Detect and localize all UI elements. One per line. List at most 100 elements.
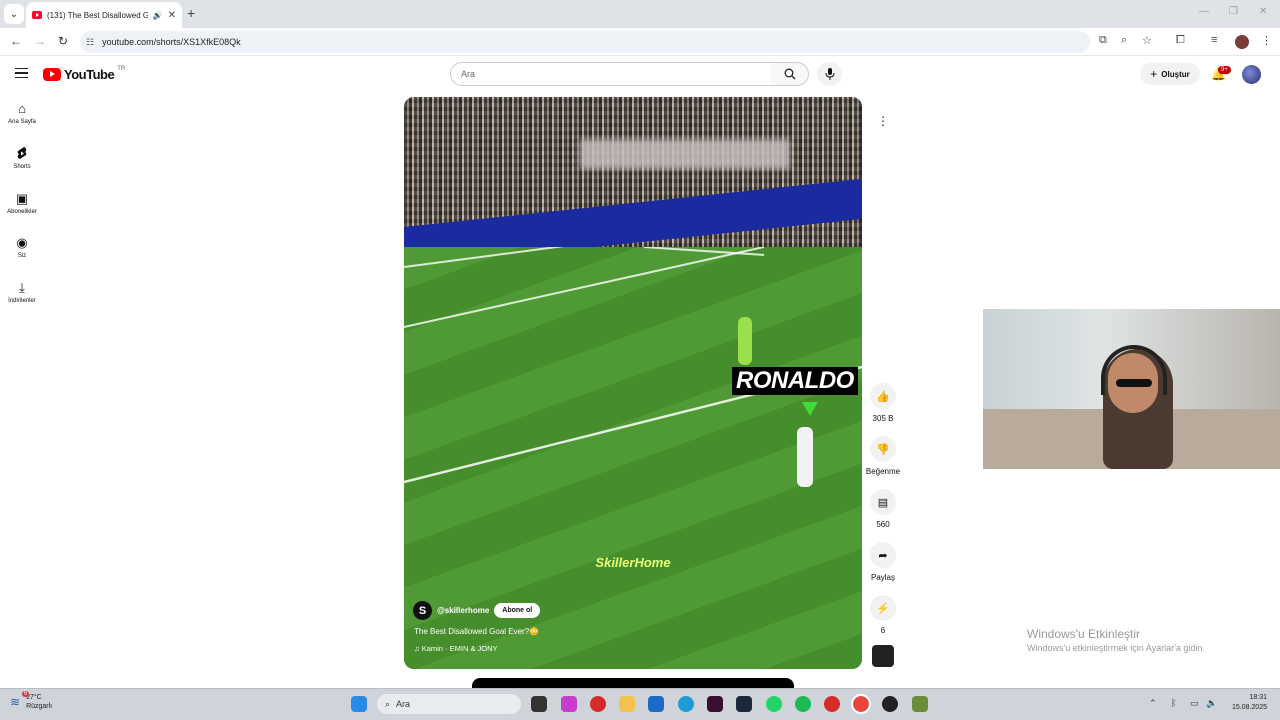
sidebar-item-home[interactable]: ⌂ Ana Sayfa [0, 102, 44, 126]
comments-action[interactable]: ▤ 560 [862, 489, 904, 529]
sidebar-item-subscriptions[interactable]: ▣ Abonelikler [0, 192, 44, 216]
video-watermark: SkillerHome [595, 555, 671, 570]
maximize-button[interactable]: ❐ [1229, 6, 1238, 17]
tab-list-button[interactable]: ⌄ [4, 4, 24, 24]
browser-profile-avatar[interactable] [1235, 35, 1249, 49]
shorts-video-player[interactable]: RONALDO SkillerHome S @skillerhome Abone… [404, 97, 862, 669]
sidebar-label: Siz [17, 253, 27, 259]
like-count: 305 B [872, 414, 894, 423]
site-info-icon[interactable]: ☷ [86, 37, 94, 48]
thumbs-down-icon[interactable]: 👎 [870, 436, 896, 462]
speaker-icon[interactable]: 🔊 [153, 11, 163, 20]
tray-chevron-icon[interactable]: ⌃ [1149, 698, 1157, 709]
search-placeholder: Ara [461, 69, 476, 79]
channel-avatar[interactable]: S [413, 601, 432, 620]
chrome-icon[interactable] [851, 694, 871, 714]
new-tab-button[interactable]: + [187, 5, 195, 21]
subscribe-button[interactable]: Abone ol [494, 603, 541, 618]
sidebar-item-shorts[interactable]: Shorts [0, 147, 44, 170]
youtube-favicon-icon [32, 11, 42, 19]
dislike-action[interactable]: 👎 Beğenme [862, 436, 904, 476]
minecraft-icon[interactable] [912, 696, 928, 712]
microphone-icon [825, 68, 834, 80]
channel-name[interactable]: @skillerhome [437, 606, 489, 615]
bluetooth-icon[interactable]: ᛒ [1171, 698, 1176, 708]
more-options-icon[interactable]: ⋮ [871, 109, 895, 133]
next-video-preview[interactable] [472, 678, 794, 688]
weather-widget[interactable]: ≋ 6 27°C Rüzgarlı [10, 691, 53, 711]
hamburger-menu-icon[interactable] [15, 68, 28, 78]
browser-tab-bar: ⌄ (131) The Best Disallowed G 🔊 ✕ + — ❐ … [0, 0, 1280, 28]
activation-title: Windows'u Etkinleştir [1027, 627, 1140, 641]
activation-subtitle: Windows'u etkinleştirmek için Ayarlar'a … [1027, 643, 1205, 653]
search-icon [784, 68, 795, 80]
youtube-logo[interactable]: YouTube TR [43, 66, 125, 82]
minimize-button[interactable]: — [1199, 6, 1209, 17]
forward-arrow-icon[interactable]: → [34, 34, 46, 48]
remix-count: 6 [880, 626, 886, 635]
network-icon[interactable]: ▭ [1190, 698, 1199, 709]
sidebar-label: Abonelikler [7, 209, 37, 215]
comment-icon[interactable]: ▤ [870, 489, 896, 515]
close-tab-icon[interactable]: ✕ [168, 10, 176, 21]
steam-icon[interactable] [736, 696, 752, 712]
taskbar-search-label: Ara [396, 699, 411, 709]
back-arrow-icon[interactable]: ← [10, 34, 22, 48]
system-clock[interactable]: 18:31 15.08.2025 [1225, 693, 1267, 713]
file-explorer-icon[interactable] [619, 696, 635, 712]
app-icon-red[interactable] [590, 696, 606, 712]
taskbar-search[interactable]: ⌕ Ara [377, 694, 521, 714]
share-action[interactable]: ➦ Paylaş [862, 542, 904, 582]
app-icon-red-2[interactable] [824, 696, 840, 712]
search-input[interactable]: Ara [450, 62, 772, 86]
video-title[interactable]: The Best Disallowed Goal Ever?😳 [414, 627, 539, 636]
browser-tab[interactable]: (131) The Best Disallowed G 🔊 ✕ [26, 2, 182, 28]
spotify-icon[interactable] [795, 696, 811, 712]
you-icon: ◉ [16, 235, 28, 250]
dislike-label: Beğenme [865, 467, 901, 476]
account-avatar[interactable] [1242, 65, 1261, 84]
remix-icon[interactable]: ⚡ [870, 595, 896, 621]
edge-icon[interactable] [678, 696, 694, 712]
reload-icon[interactable]: ↻ [58, 34, 68, 48]
address-bar[interactable]: ☷ youtube.com/shorts/XS1XfkE08Qk [80, 31, 1090, 53]
windows-activation-watermark: Windows'u Etkinleştir Windows'u etkinleş… [1027, 627, 1205, 653]
temperature: 27°C [26, 694, 42, 701]
terminal-icon[interactable] [707, 696, 723, 712]
music-note-icon: ♫ [414, 644, 422, 653]
zoom-icon[interactable]: ⌕ [1121, 34, 1127, 47]
weather-description: Rüzgarlı [26, 703, 53, 710]
create-label: Oluştur [1161, 69, 1190, 79]
browser-menu-icon[interactable]: ⋮ [1261, 34, 1272, 47]
install-app-icon[interactable]: ⧉ [1099, 34, 1107, 47]
remix-action[interactable]: ⚡ 6 [862, 595, 904, 635]
microsoft-store-icon[interactable] [648, 696, 664, 712]
goalkeeper-figure [738, 317, 752, 365]
sidebar-item-downloads[interactable]: ⤓ İndirilenler [0, 280, 44, 305]
extensions-icon[interactable]: ⧠ [1176, 34, 1185, 47]
task-view-icon[interactable] [531, 696, 547, 712]
whatsapp-icon[interactable] [766, 696, 782, 712]
like-action[interactable]: 👍 305 B [862, 383, 904, 423]
volume-icon[interactable]: 🔈 [1206, 698, 1217, 709]
copilot-icon[interactable] [561, 696, 577, 712]
download-icon: ⤓ [19, 280, 25, 295]
create-button[interactable]: + Oluştur [1140, 63, 1200, 85]
share-label: Paylaş [870, 573, 895, 582]
start-windows-icon[interactable] [351, 696, 367, 712]
thumbs-up-icon[interactable]: 👍 [870, 383, 896, 409]
obs-icon[interactable] [882, 696, 898, 712]
bookmark-star-icon[interactable]: ☆ [1142, 34, 1152, 47]
media-control-icon[interactable]: ≡ [1211, 34, 1217, 46]
logo-text: YouTube [64, 67, 115, 82]
sound-thumbnail[interactable] [872, 645, 894, 667]
plus-icon: + [1150, 67, 1158, 81]
voice-search-button[interactable] [817, 62, 842, 86]
share-icon[interactable]: ➦ [870, 542, 896, 568]
close-window-button[interactable]: ✕ [1259, 6, 1267, 17]
search-button[interactable] [771, 62, 809, 86]
music-info[interactable]: ♫ Kamin · EMIN & JONY [414, 644, 498, 653]
player-marker-icon [802, 402, 818, 416]
sidebar-item-you[interactable]: ◉ Siz [0, 235, 44, 260]
headset-icon [1101, 345, 1167, 395]
